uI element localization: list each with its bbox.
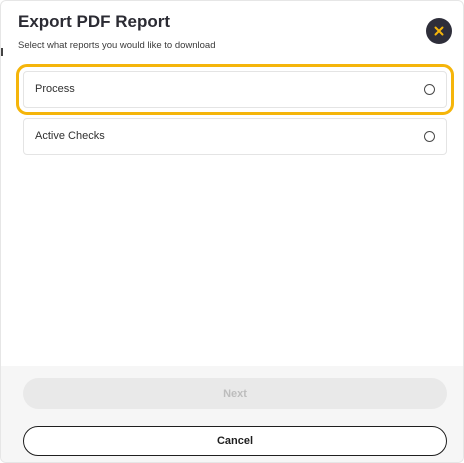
radio-active-checks[interactable] — [424, 131, 435, 142]
dialog-title: Export PDF Report — [18, 12, 171, 31]
cancel-button[interactable]: Cancel — [23, 426, 447, 456]
option-process[interactable]: Process — [16, 64, 454, 115]
option-label: Process — [35, 83, 75, 95]
radio-process[interactable] — [424, 84, 435, 95]
edge-mark — [1, 48, 3, 56]
close-icon — [434, 26, 444, 36]
dialog-footer: Next Cancel — [1, 366, 463, 462]
option-active-checks[interactable]: Active Checks — [23, 118, 447, 155]
close-button[interactable] — [426, 18, 452, 44]
dialog-subtitle: Select what reports you would like to do… — [18, 40, 216, 51]
option-label: Active Checks — [35, 130, 105, 142]
next-button[interactable]: Next — [23, 378, 447, 409]
export-pdf-dialog: Export PDF Report Select what reports yo… — [0, 0, 464, 463]
